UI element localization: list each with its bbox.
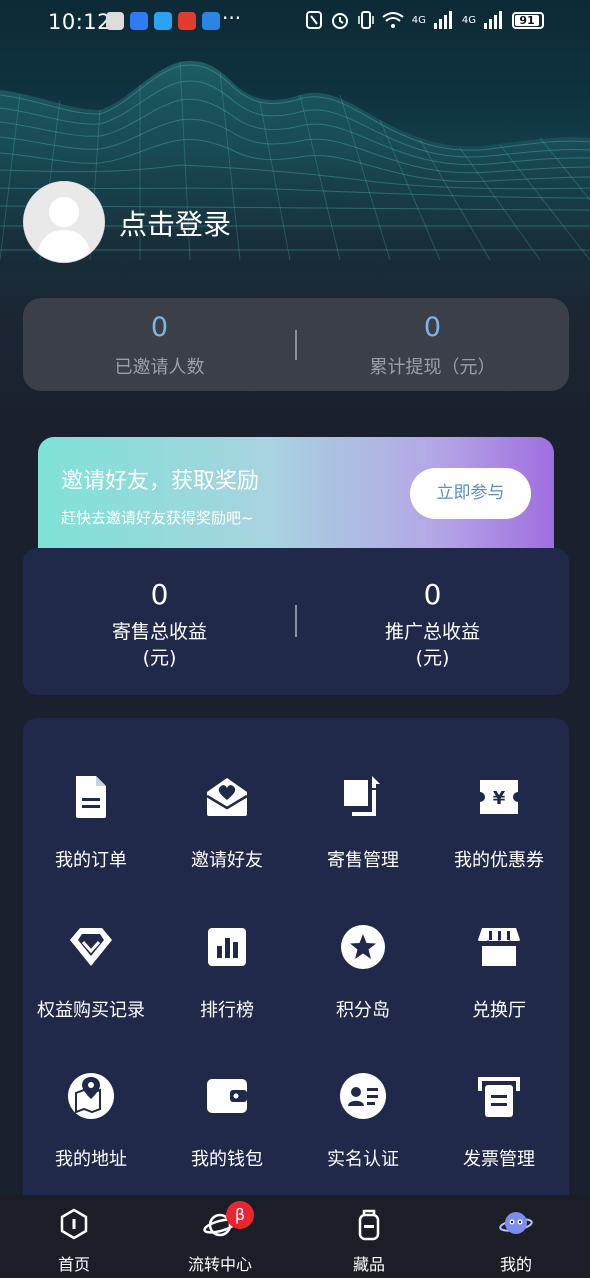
promo-earnings-value: 0 — [423, 578, 442, 611]
menu-item-exchange-hall[interactable]: 兑换厅 — [431, 922, 567, 1022]
menu-item-invoice-management[interactable]: 发票管理 — [431, 1071, 567, 1171]
menu-item-label: 积分岛 — [336, 1000, 390, 1021]
menu-item-my-orders[interactable]: 我的订单 — [23, 772, 159, 872]
menu-item-label: 寄售管理 — [327, 850, 399, 871]
default-avatar-icon — [24, 182, 104, 262]
invite-banner: 邀请好友，获取奖励 赶快去邀请好友获得奖励吧~ 立即参与 — [38, 437, 554, 550]
promo-earnings-label: 推广总收益 (元) — [296, 619, 569, 671]
avatar[interactable] — [23, 181, 105, 263]
status-bar: 10:12 ··· 4G 4G 91 — [0, 0, 590, 44]
wallet-icon — [207, 1079, 247, 1113]
network-label-b: 4G — [461, 14, 476, 26]
wifi-icon — [382, 12, 404, 28]
send-app-icon — [202, 12, 220, 30]
consign-earnings-label-line2: (元) — [142, 647, 177, 669]
promo-earnings-label-line1: 推广总收益 — [384, 621, 480, 643]
bulb-app-icon — [130, 12, 148, 30]
star-icon — [341, 925, 385, 969]
menu-grid-card: 我的订单 邀请好友 寄售管理 ¥ 我的优惠券 权益购买记录 排行榜 积分岛 兑换… — [23, 718, 569, 1218]
nfc-icon — [305, 11, 322, 29]
invited-count-value: 0 — [150, 312, 169, 343]
withdrawn-total-value: 0 — [423, 312, 442, 343]
vibrate-icon — [358, 11, 374, 29]
tab-circulation-label: 流转中心 — [187, 1255, 252, 1274]
join-now-button[interactable]: 立即参与 — [410, 468, 531, 519]
bag-icon — [358, 1209, 380, 1241]
promo-earnings-stat: 0 推广总收益 (元) — [296, 548, 569, 671]
menu-item-label: 我的钱包 — [191, 1149, 263, 1170]
menu-item-points-island[interactable]: 积分岛 — [295, 922, 431, 1022]
beta-badge: β — [226, 1201, 254, 1229]
menu-item-my-address[interactable]: 我的地址 — [23, 1071, 159, 1171]
transfer-icon — [344, 776, 380, 816]
more-notifications-icon: ··· — [222, 6, 242, 30]
menu-item-my-wallet[interactable]: 我的钱包 — [159, 1071, 295, 1171]
red-app-icon — [178, 12, 196, 30]
promo-earnings-label-line2: (元) — [415, 647, 450, 669]
invite-banner-subtitle: 赶快去邀请好友获得奖励吧~ — [61, 509, 254, 527]
network-label-a: 4G — [411, 14, 426, 26]
consign-earnings-label: 寄售总收益 (元) — [23, 619, 296, 671]
menu-item-label: 我的优惠券 — [454, 850, 544, 871]
tab-mine[interactable]: 我的 — [456, 1207, 576, 1275]
notification-icons — [106, 12, 220, 30]
menu-item-invite-friends[interactable]: 邀请好友 — [159, 772, 295, 872]
coupon-icon: ¥ — [480, 780, 518, 814]
battery-icon: 91 — [512, 11, 544, 29]
menu-item-leaderboard[interactable]: 排行榜 — [159, 922, 295, 1022]
app-notification-icon — [106, 12, 124, 30]
consign-earnings-value: 0 — [150, 578, 169, 611]
invoice-icon — [478, 1077, 520, 1117]
bar-chart-icon — [208, 928, 246, 966]
alien-avatar-icon — [499, 1212, 533, 1234]
home-icon — [60, 1208, 88, 1240]
alarm-icon — [331, 13, 348, 29]
diamond-icon — [70, 928, 112, 966]
menu-item-label: 我的订单 — [55, 850, 127, 871]
invited-count-stat: 0 已邀请人数 — [23, 298, 296, 379]
menu-item-my-coupons[interactable]: ¥ 我的优惠券 — [431, 772, 567, 872]
document-icon — [76, 776, 106, 818]
shop-icon — [478, 928, 520, 966]
earnings-card: 0 寄售总收益 (元) 0 推广总收益 (元) — [23, 548, 569, 695]
login-link[interactable]: 点击登录 — [119, 203, 231, 243]
search-app-icon — [154, 12, 172, 30]
envelope-heart-icon — [206, 778, 248, 816]
consign-earnings-label-line1: 寄售总收益 — [111, 621, 207, 643]
withdrawn-total-label: 累计提现（元） — [369, 357, 496, 378]
status-indicators: 4G 4G 91 — [305, 10, 544, 30]
menu-item-label: 我的地址 — [55, 1149, 127, 1170]
tab-collection[interactable]: 藏品 — [309, 1207, 429, 1275]
tab-home[interactable]: 首页 — [14, 1207, 134, 1275]
invite-banner-title: 邀请好友，获取奖励 — [61, 469, 260, 494]
menu-item-label: 邀请好友 — [191, 850, 263, 871]
tab-circulation-center[interactable]: 流转中心 — [160, 1207, 280, 1275]
menu-item-label: 兑换厅 — [472, 1000, 526, 1021]
invite-stats-card: 0 已邀请人数 0 累计提现（元） — [23, 298, 569, 391]
signal-icon-b — [484, 11, 502, 29]
consign-earnings-stat: 0 寄售总收益 (元) — [23, 548, 296, 671]
tab-collection-label: 藏品 — [352, 1255, 385, 1274]
invited-count-label: 已邀请人数 — [114, 357, 205, 378]
menu-item-consign-management[interactable]: 寄售管理 — [295, 772, 431, 872]
tab-home-label: 首页 — [57, 1255, 90, 1274]
menu-item-label: 排行榜 — [200, 1000, 254, 1021]
status-time: 10:12 — [48, 10, 112, 34]
id-card-icon — [340, 1073, 386, 1119]
signal-icon-a — [433, 11, 452, 29]
menu-item-label: 发票管理 — [463, 1149, 535, 1170]
svg-text:¥: ¥ — [493, 788, 506, 809]
menu-item-real-name-verification[interactable]: 实名认证 — [295, 1071, 431, 1171]
map-pin-icon — [68, 1073, 114, 1119]
withdrawn-total-stat: 0 累计提现（元） — [296, 298, 569, 379]
menu-item-purchase-records[interactable]: 权益购买记录 — [23, 922, 159, 1022]
menu-item-label: 实名认证 — [327, 1149, 399, 1170]
menu-item-label: 权益购买记录 — [37, 1000, 145, 1021]
tab-mine-label: 我的 — [499, 1255, 532, 1274]
bottom-tab-bar: 首页 流转中心 藏品 我的 — [0, 1195, 590, 1278]
